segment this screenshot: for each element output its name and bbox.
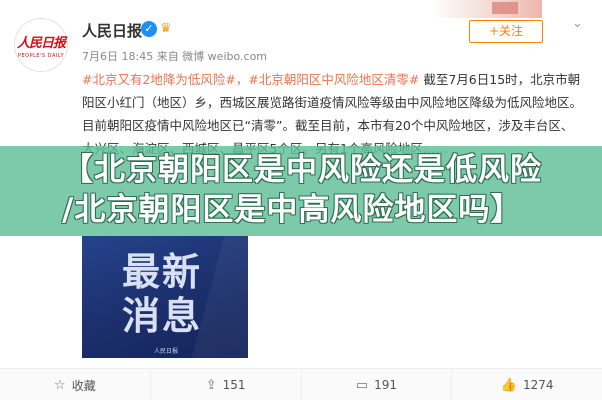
like-count: 1274 <box>522 378 554 392</box>
hashtag-links[interactable]: #北京又有2地降为低风险#，#北京朝阳区中风险地区清零# <box>82 72 419 87</box>
comment-button[interactable]: ▭ 191 <box>302 369 453 400</box>
follow-button[interactable]: +关注 <box>469 20 543 43</box>
overlay-title-line2: /北京朝阳区是中高风险地区吗】 <box>62 192 523 228</box>
favorite-icon: ☆ <box>54 377 66 393</box>
action-bar: ☆ 收藏 ⇪ 151 ▭ 191 👍 1274 <box>0 368 602 400</box>
share-button[interactable]: ⇪ 151 <box>151 369 302 400</box>
comment-icon: ▭ <box>355 377 369 393</box>
like-icon: 👍 <box>500 377 517 393</box>
share-count: 151 <box>222 378 246 392</box>
chevron-down-icon[interactable]: ⌄ <box>572 16 583 31</box>
header-decoration <box>432 0 542 18</box>
avatar[interactable]: 人民日报 PEOPLE'S DAILY <box>14 18 68 72</box>
vip-crown-icon: ♛ <box>160 21 172 36</box>
verified-badge-icon: ✓ <box>141 21 157 37</box>
like-button[interactable]: 👍 1274 <box>452 369 602 400</box>
news-image[interactable]: 最新 消息 人民日报 <box>82 236 248 358</box>
favorite-button[interactable]: ☆ 收藏 <box>0 369 151 400</box>
logo-text: 人民日报 <box>16 35 66 51</box>
logo-subtext: PEOPLE'S DAILY <box>17 52 65 59</box>
account-name[interactable]: 人民日报 <box>82 20 142 41</box>
post-meta: 7月6日 18:45 来自 微博 weibo.com <box>82 50 268 63</box>
comment-count: 191 <box>374 378 397 392</box>
favorite-label: 收藏 <box>71 378 96 393</box>
image-source: 人民日报 <box>154 348 179 355</box>
overlay-title-line1: 【北京朝阳区是中风险还是低风险 <box>62 152 542 188</box>
title-overlay-banner: 【北京朝阳区是中风险还是低风险 /北京朝阳区是中高风险地区吗】 <box>0 146 602 236</box>
share-icon: ⇪ <box>205 377 217 393</box>
image-text: 最新 消息 <box>122 250 203 338</box>
